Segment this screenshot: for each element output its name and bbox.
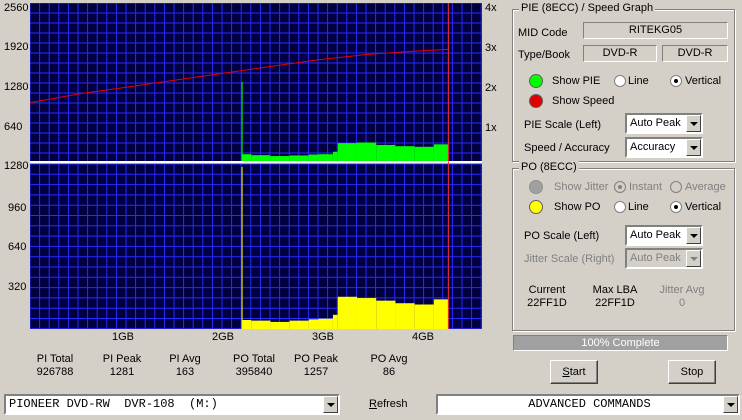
progress-bar: 100% Complete (513, 335, 728, 351)
chevron-down-icon[interactable] (323, 396, 338, 413)
stop-button[interactable]: Stop (668, 360, 716, 384)
po-left-tick: 1280 (4, 160, 29, 172)
jitter-scale-select: Auto Peak (625, 248, 703, 269)
speed-color-swatch[interactable] (529, 94, 543, 108)
pie-bar (308, 154, 319, 161)
speed-right-tick: 2x (485, 82, 497, 94)
po-line-label[interactable]: Line (628, 201, 649, 213)
po-bar (241, 166, 243, 329)
speed-accuracy-select[interactable]: Accuracy (625, 137, 703, 158)
advanced-commands-select[interactable]: ADVANCED COMMANDS (436, 394, 740, 415)
speed-right-tick: 3x (485, 42, 497, 54)
jitter-instant-radio (614, 181, 626, 193)
pie-vertical-label[interactable]: Vertical (685, 75, 721, 87)
jitter-color-swatch (529, 180, 543, 194)
po-scale-label: PO Scale (Left) (524, 230, 600, 242)
pie-left-tick: 2560 (4, 2, 29, 14)
pie-bar (241, 81, 243, 161)
po-bar (318, 318, 333, 329)
chevron-down-icon[interactable] (686, 227, 701, 244)
po-bar (251, 320, 271, 329)
pie-bar (241, 154, 252, 161)
po-bar (356, 298, 377, 329)
max-lba: Max LBA 22FF1D (592, 284, 638, 309)
show-speed-label[interactable]: Show Speed (552, 95, 614, 107)
pie-bar (270, 156, 290, 161)
show-po-label[interactable]: Show PO (554, 201, 600, 213)
pie-bar (289, 155, 309, 161)
po-bar (376, 300, 396, 329)
po-bar (395, 303, 415, 329)
progress-text: 100% Complete (581, 337, 660, 349)
disc-type-value: DVD-R (583, 45, 657, 62)
po-bar (433, 299, 449, 329)
chevron-down-icon[interactable] (723, 396, 738, 413)
pie-left-tick: 1920 (4, 41, 29, 53)
jitter-average-radio (670, 181, 682, 193)
stat-pi-peak: PI Peak 1281 (102, 353, 142, 378)
pie-vertical-radio[interactable] (670, 75, 682, 87)
pie-bar (414, 146, 434, 161)
x-tick-label: 4GB (412, 331, 435, 343)
pie-line-radio[interactable] (614, 75, 626, 87)
pie-left-tick: 640 (4, 121, 23, 133)
x-tick-label: 3GB (312, 331, 335, 343)
jitter-scale-label: Jitter Scale (Right) (524, 253, 615, 265)
po-bar (414, 304, 434, 329)
po-bar (308, 319, 319, 329)
pie-panel-title: PIE (8ECC) / Speed Graph (519, 2, 656, 14)
po-bar (289, 320, 309, 329)
speed-right-tick: 1x (485, 122, 497, 134)
show-pie-label[interactable]: Show PIE (552, 75, 600, 87)
jitter-avg: Jitter Avg 0 (659, 284, 705, 309)
jitter-average-label: Average (685, 181, 726, 193)
x-tick-label: 1GB (112, 331, 135, 343)
chevron-down-icon (686, 250, 701, 267)
pie-bar (251, 155, 271, 161)
po-vertical-label[interactable]: Vertical (685, 201, 721, 213)
jitter-instant-label: Instant (629, 181, 663, 193)
pie-bar (433, 144, 449, 161)
drive-select[interactable]: PIONEER DVD-RW DVR-108 (M:) (4, 394, 340, 415)
mid-code-label: MID Code (518, 27, 568, 39)
stat-pi-total: PI Total 926788 (36, 353, 74, 378)
po-color-swatch[interactable] (529, 200, 543, 214)
pie-bar (332, 151, 338, 161)
pie-scale-select[interactable]: Auto Peak (625, 113, 703, 134)
start-button[interactable]: Start (550, 360, 598, 384)
stat-po-total: PO Total 395840 (233, 353, 275, 378)
mid-code-value: RITEKG05 (583, 22, 728, 39)
pie-scale-label: PIE Scale (Left) (524, 119, 602, 131)
po-scale-select[interactable]: Auto Peak (625, 225, 703, 246)
scan-chart (30, 3, 482, 329)
pie-bar (337, 143, 357, 161)
stat-pi-avg: PI Avg 163 (169, 353, 201, 378)
chevron-down-icon[interactable] (686, 139, 701, 156)
refresh-link[interactable]: Refresh (369, 398, 408, 410)
pie-bar (376, 144, 396, 161)
po-bar (332, 314, 338, 329)
pie-bar (318, 154, 333, 161)
disc-book-value: DVD-R (662, 45, 728, 62)
stat-po-avg: PO Avg 86 (370, 353, 408, 378)
speed-accuracy-label: Speed / Accuracy (524, 142, 610, 154)
pie-line-label[interactable]: Line (628, 75, 649, 87)
po-bar (270, 321, 290, 329)
po-line-radio[interactable] (614, 201, 626, 213)
po-bar (241, 319, 252, 329)
stat-po-peak: PO Peak 1257 (293, 353, 339, 378)
pie-left-tick: 1280 (4, 81, 29, 93)
type-book-label: Type/Book (518, 49, 570, 61)
po-panel-title: PO (8ECC) (519, 161, 579, 173)
chevron-down-icon[interactable] (686, 115, 701, 132)
current-lba: Current 22FF1D (527, 284, 567, 309)
pie-bar (395, 146, 415, 161)
speed-right-tick: 4x (485, 2, 497, 14)
show-jitter-label: Show Jitter (554, 181, 609, 193)
po-bar (337, 296, 357, 329)
po-vertical-radio[interactable] (670, 201, 682, 213)
pie-color-swatch[interactable] (529, 74, 543, 88)
pie-bar (356, 142, 377, 161)
x-tick-label: 2GB (212, 331, 235, 343)
